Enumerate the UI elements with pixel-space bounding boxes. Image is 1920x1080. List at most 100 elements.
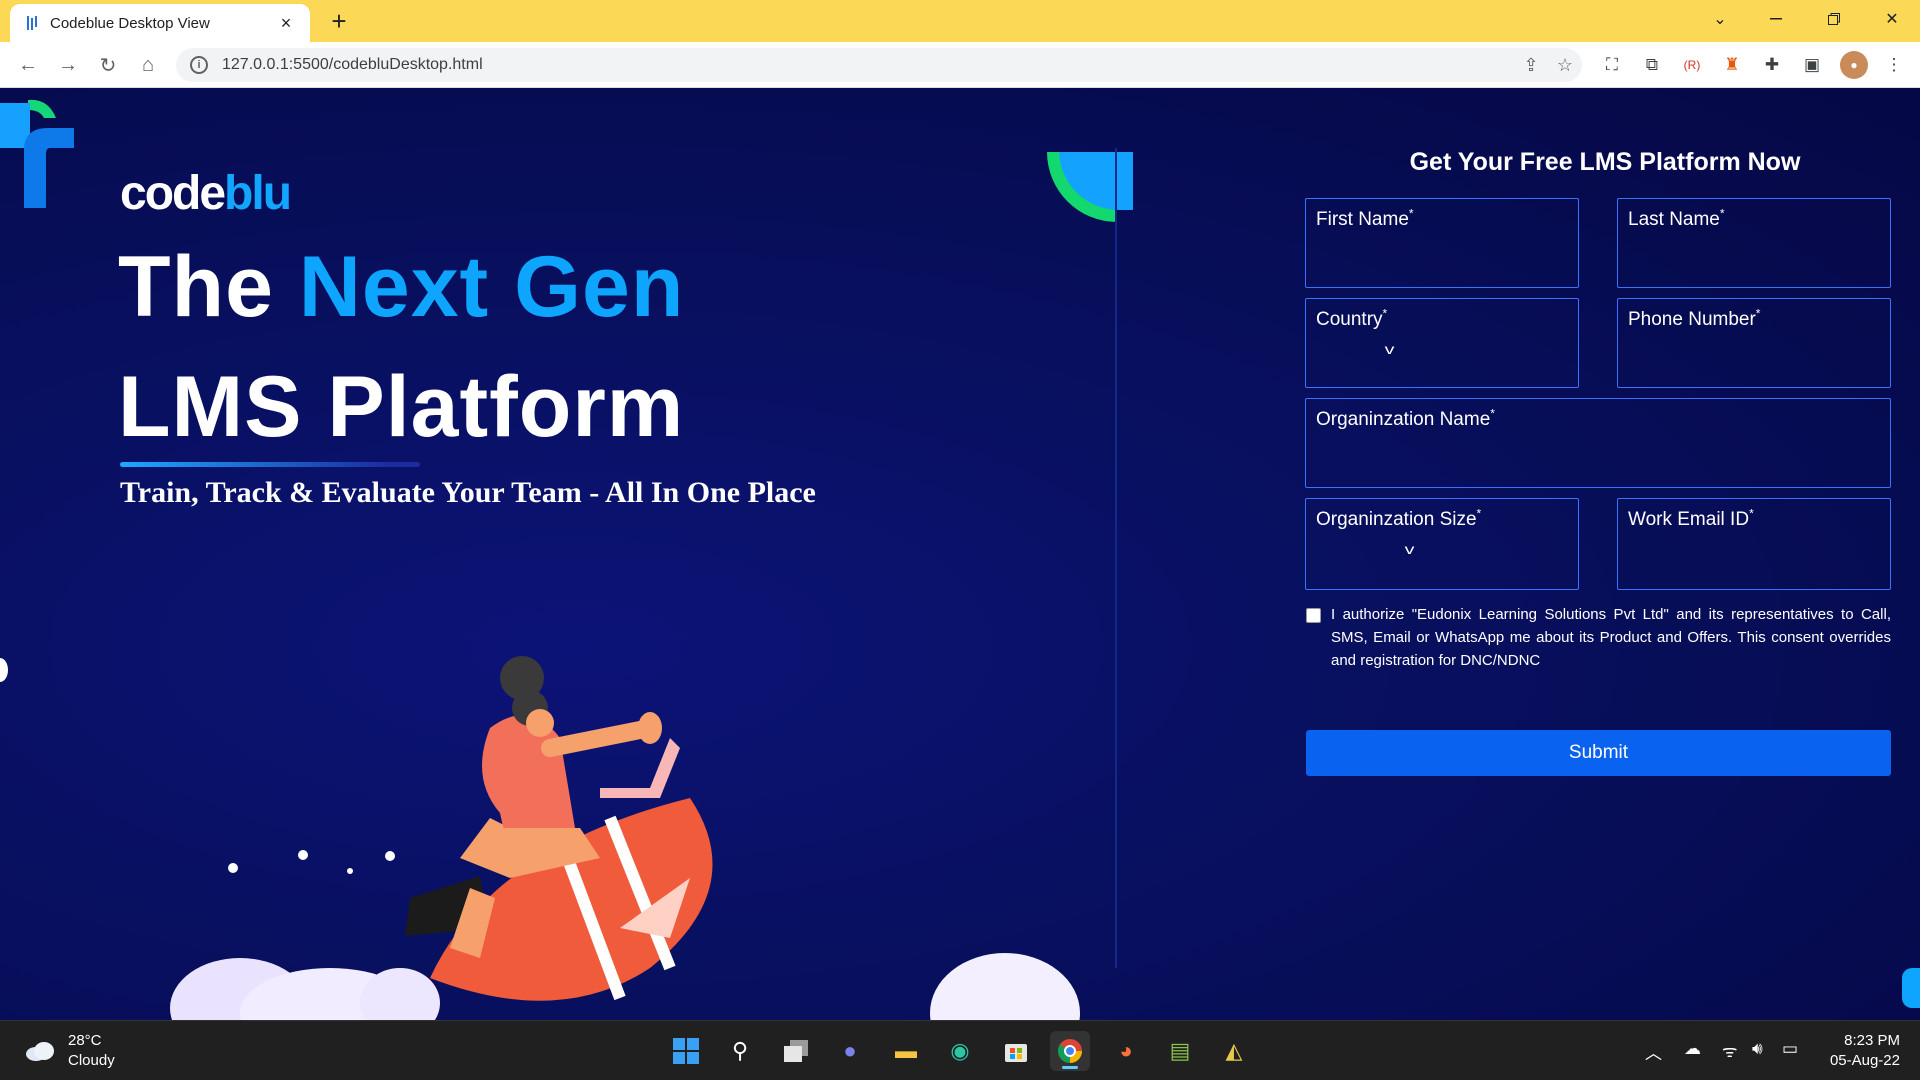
page-favicon-icon: [24, 15, 40, 31]
browser-tab-strip: Codeblue Desktop View × + ⌄ ✕: [0, 0, 1920, 42]
headline-line-1: The Next Gen: [118, 238, 684, 337]
restore-icon[interactable]: [1806, 0, 1862, 38]
arc-decoration-icon: [1047, 152, 1133, 222]
organization-size-select[interactable]: Organinzation Size* v: [1305, 498, 1579, 590]
task-view-icon[interactable]: [776, 1031, 816, 1071]
chat-icon[interactable]: ●: [830, 1031, 870, 1071]
reload-icon[interactable]: ↻: [94, 51, 122, 79]
new-tab-button[interactable]: +: [324, 6, 354, 36]
pinned-app-icon[interactable]: ◭: [1214, 1031, 1254, 1071]
first-name-label: First Name*: [1316, 207, 1414, 231]
tab-title: Codeblue Desktop View: [50, 14, 210, 32]
chrome-icon[interactable]: [1050, 1031, 1090, 1071]
home-icon[interactable]: ⌂: [134, 51, 162, 79]
headline-line-2: LMS Platform: [118, 359, 685, 455]
logo-text-blu: blu: [224, 167, 292, 220]
corner-logo-mark-icon: [0, 99, 74, 208]
required-mark: *: [1755, 307, 1761, 321]
extensions-puzzle-icon[interactable]: ✚: [1758, 51, 1786, 79]
clock-time: 8:23 PM: [1844, 1032, 1900, 1049]
microsoft-store-icon[interactable]: [996, 1031, 1036, 1071]
browser-menu-icon[interactable]: ⋮: [1880, 51, 1908, 79]
org-size-label-text: Organinzation Size: [1316, 509, 1477, 531]
required-mark: *: [1749, 507, 1754, 521]
browser-toolbar: ← → ↻ ⌂ i 127.0.0.1:5500/codebluDesktop.…: [0, 42, 1920, 88]
first-name-field[interactable]: First Name*: [1305, 198, 1579, 288]
search-icon[interactable]: ⚲: [720, 1031, 760, 1071]
edge-browser-icon[interactable]: ◉: [940, 1031, 980, 1071]
url-text[interactable]: 127.0.0.1:5500/codebluDesktop.html: [222, 56, 1514, 74]
red-extension-icon[interactable]: (R): [1678, 51, 1706, 79]
active-app-indicator: [1062, 1066, 1078, 1069]
country-label: Country*: [1316, 307, 1388, 331]
profile-avatar[interactable]: ●: [1840, 51, 1868, 79]
submit-button[interactable]: Submit: [1306, 730, 1891, 776]
firefox-icon[interactable]: ◕: [1106, 1031, 1146, 1071]
required-mark: *: [1408, 207, 1414, 221]
phone-label-text: Phone Number: [1628, 309, 1756, 331]
rocket-rider-illustration: [170, 656, 1080, 1020]
tagline: Train, Track & Evaluate Your Team - All …: [120, 476, 816, 509]
codeblu-logo: codeblu: [120, 166, 292, 221]
consent-text: I authorize "Eudonix Learning Solutions …: [1331, 606, 1891, 669]
last-name-label: Last Name*: [1628, 207, 1725, 231]
browser-tab-active[interactable]: Codeblue Desktop View ×: [10, 4, 310, 42]
forward-icon[interactable]: →: [54, 51, 82, 79]
screenshot-extension-icon[interactable]: ⛶: [1598, 51, 1626, 79]
phone-number-field[interactable]: Phone Number*: [1617, 298, 1891, 388]
show-hidden-icons-icon[interactable]: ︿: [1645, 1039, 1662, 1064]
notepad-app-icon[interactable]: ▤: [1160, 1031, 1200, 1071]
vertical-divider: [1115, 148, 1117, 968]
windows-start-icon[interactable]: [666, 1031, 706, 1071]
weather-widget[interactable]: 28°C Cloudy: [24, 1031, 115, 1071]
onedrive-cloud-icon[interactable]: ☁: [1684, 1039, 1701, 1059]
orange-extension-icon[interactable]: ♜: [1718, 51, 1746, 79]
work-email-label-text: Work Email ID: [1628, 509, 1750, 531]
close-window-icon[interactable]: ✕: [1864, 0, 1920, 38]
consent-checkbox[interactable]: [1306, 608, 1321, 623]
first-name-label-text: First Name: [1316, 209, 1409, 231]
cloud-icon: [26, 1042, 54, 1061]
file-explorer-icon[interactable]: ▬: [886, 1031, 926, 1071]
capture-extension-icon[interactable]: ⧉: [1638, 51, 1666, 79]
required-mark: *: [1490, 407, 1495, 421]
phone-label: Phone Number*: [1628, 307, 1761, 331]
required-mark: *: [1719, 207, 1725, 221]
site-info-icon[interactable]: i: [190, 56, 208, 74]
close-tab-icon[interactable]: ×: [276, 13, 296, 34]
side-panel-icon[interactable]: ▣: [1798, 51, 1826, 79]
work-email-label: Work Email ID*: [1628, 507, 1754, 531]
clock-date: 05-Aug-22: [1829, 1052, 1900, 1069]
work-email-field[interactable]: Work Email ID*: [1617, 498, 1891, 590]
weather-condition: Cloudy: [68, 1052, 115, 1069]
org-size-label: Organinzation Size*: [1316, 507, 1482, 531]
minimize-icon[interactable]: [1748, 0, 1804, 38]
required-mark: *: [1476, 507, 1482, 521]
org-name-label-text: Organinzation Name: [1316, 409, 1491, 431]
right-edge-tab[interactable]: [1902, 968, 1920, 1008]
weather-temperature: 28°C: [68, 1032, 102, 1049]
back-icon[interactable]: ←: [14, 51, 42, 79]
tab-search-icon[interactable]: ⌄: [1692, 0, 1748, 38]
org-name-label: Organinzation Name*: [1316, 407, 1495, 431]
country-select[interactable]: Country* v: [1305, 298, 1579, 388]
headline-plain: The: [118, 239, 299, 335]
consent-row: I authorize "Eudonix Learning Solutions …: [1306, 603, 1891, 672]
landing-page: codeblu The Next Gen LMS Platform Train,…: [0, 88, 1920, 1020]
last-name-field[interactable]: Last Name*: [1617, 198, 1891, 288]
taskbar-clock[interactable]: 8:23 PM 05-Aug-22: [1810, 1031, 1900, 1071]
wifi-icon[interactable]: ᯤ: [1722, 1039, 1738, 1062]
organization-name-field[interactable]: Organinzation Name*: [1305, 398, 1891, 488]
volume-icon[interactable]: 🔊︎: [1752, 1039, 1763, 1059]
required-mark: *: [1382, 307, 1388, 321]
bookmark-star-icon[interactable]: ☆: [1548, 55, 1582, 76]
battery-icon[interactable]: ▭: [1782, 1039, 1798, 1059]
chevron-down-icon[interactable]: v: [1405, 541, 1415, 557]
last-name-label-text: Last Name: [1628, 209, 1720, 231]
left-edge-decoration: [0, 658, 8, 682]
headline-underline: [120, 462, 420, 467]
chevron-down-icon[interactable]: v: [1385, 341, 1395, 357]
address-bar[interactable]: i 127.0.0.1:5500/codebluDesktop.html ⇪ ☆: [176, 48, 1582, 82]
share-icon[interactable]: ⇪: [1514, 55, 1548, 76]
country-label-text: Country: [1316, 309, 1383, 331]
